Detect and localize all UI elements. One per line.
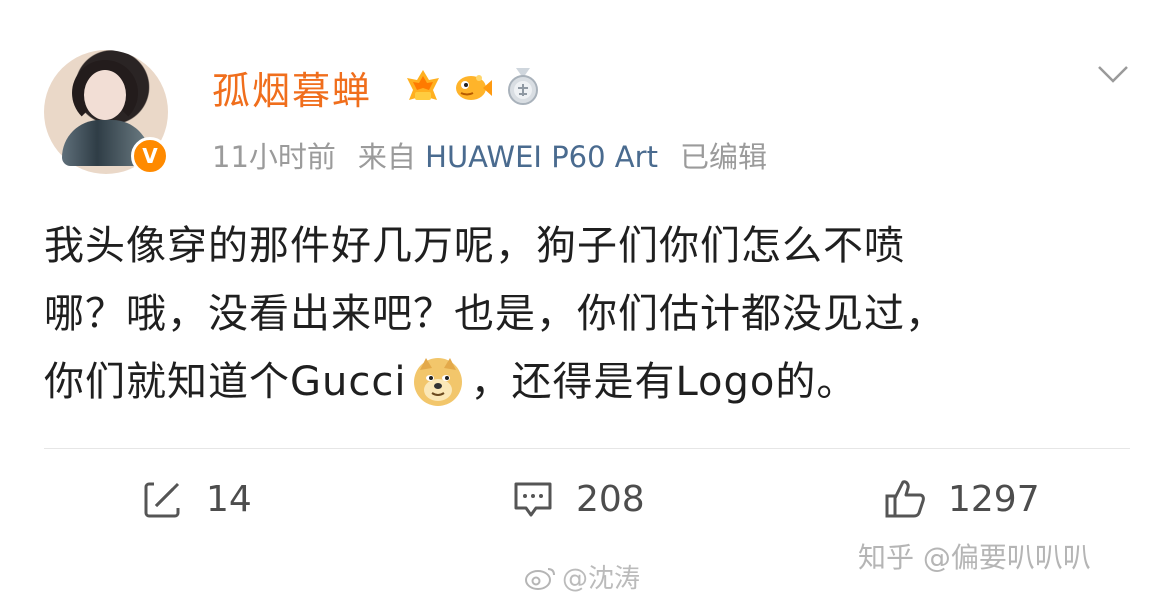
repost-icon (144, 478, 184, 518)
comment-button[interactable]: 208 (512, 474, 645, 524)
content-line: 我头像穿的那件好几万呢，狗子们你们怎么不喷 (44, 223, 905, 269)
weibo-watermark: @沈涛 (524, 558, 640, 595)
divider (44, 448, 1130, 449)
user-badges (403, 66, 543, 106)
fish-badge-icon[interactable] (453, 66, 493, 106)
weibo-watermark-text: @沈涛 (562, 564, 641, 594)
gold-rank-badge-icon[interactable] (403, 66, 443, 106)
content-line: 你们就知道个Gucci ，还得是有Logo的。 (44, 348, 1134, 416)
doge-emoji-icon (414, 358, 463, 406)
verified-badge-icon: V (131, 137, 169, 175)
content-text: 你们就知道个Gucci (44, 359, 407, 405)
edited-label[interactable]: 已编辑 (680, 140, 767, 174)
post-meta: 11小时前 来自 HUAWEI P60 Art 已编辑 (212, 134, 767, 176)
weibo-logo-icon (525, 567, 555, 590)
comment-count: 208 (576, 478, 645, 520)
comment-icon (514, 482, 552, 517)
repost-button[interactable]: 14 (142, 474, 252, 524)
chevron-down-icon[interactable] (1096, 62, 1130, 86)
repost-count: 14 (206, 478, 252, 520)
content-line: 哪？哦，没看出来吧？也是，你们估计都没见过， (44, 291, 946, 337)
post-content: 我头像穿的那件好几万呢，狗子们你们怎么不喷 哪？哦，没看出来吧？也是，你们估计都… (44, 212, 1134, 416)
avatar-face (84, 70, 126, 120)
zhihu-watermark: 知乎 @偏要叭叭叭 (858, 541, 1091, 574)
source-device-link[interactable]: HUAWEI P60 Art (425, 140, 658, 174)
content-text: ，还得是有Logo的。 (470, 359, 858, 405)
source-prefix: 来自 (357, 140, 416, 174)
thumbs-up-icon (885, 480, 925, 518)
like-button[interactable]: 1297 (884, 474, 1040, 524)
weibo-post-card: V 孤烟暮蝉 11小时前 来自 HUAWEI P60 Art 已编辑 我头像穿的… (0, 0, 1170, 602)
post-time[interactable]: 11小时前 (212, 140, 336, 174)
username[interactable]: 孤烟暮蝉 (212, 60, 372, 115)
like-count: 1297 (948, 478, 1040, 520)
medal-badge-icon[interactable] (503, 66, 543, 106)
